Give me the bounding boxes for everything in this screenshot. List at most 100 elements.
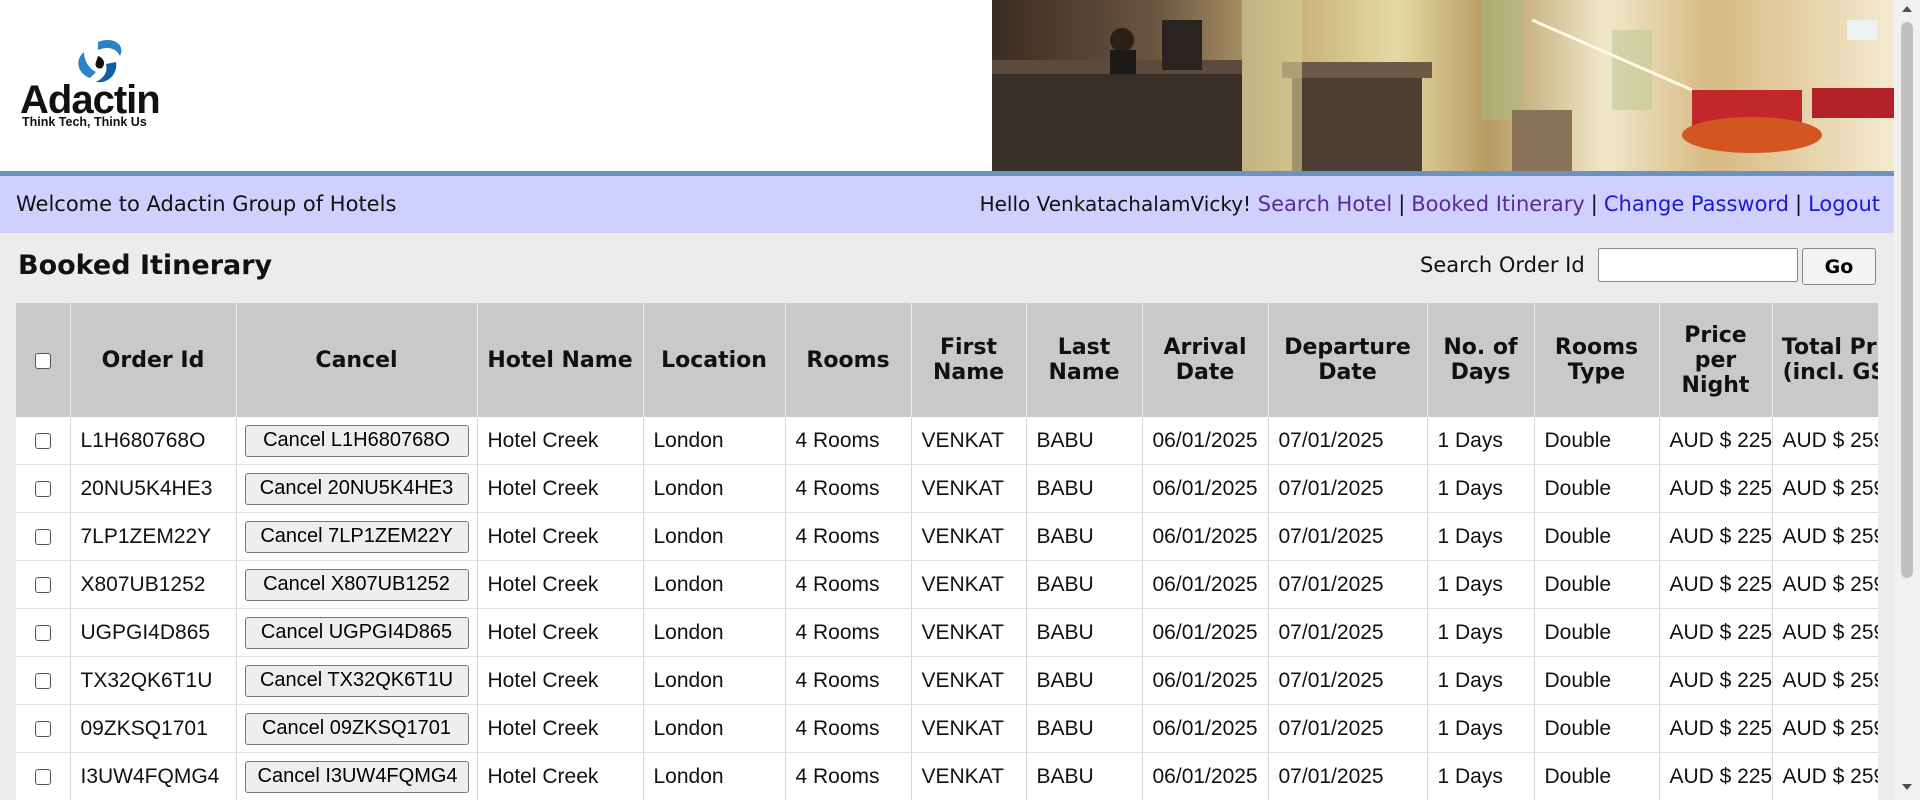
arrival-date-cell: 06/01/2025 — [1142, 656, 1269, 705]
location-cell: London — [643, 704, 786, 753]
row-select-cell — [16, 417, 71, 465]
select-all-header — [16, 303, 71, 417]
first-name-cell: VENKAT — [911, 752, 1027, 800]
scroll-up-arrow-icon[interactable] — [1902, 6, 1912, 12]
cancel-order-button[interactable]: Cancel UGPGI4D865 — [244, 616, 469, 649]
itinerary-table: Order Id Cancel Hotel Name Location Room… — [16, 303, 1878, 800]
row-select-cell — [16, 512, 71, 561]
row-select-checkbox[interactable] — [34, 432, 51, 449]
last-name-cell: BABU — [1026, 752, 1143, 800]
row-select-cell — [16, 656, 71, 705]
hotel-name-cell: Hotel Creek — [477, 608, 644, 657]
hotel-lobby-banner — [992, 0, 1894, 171]
departure-date-cell: 07/01/2025 — [1268, 464, 1428, 513]
column-header: First Name — [911, 303, 1027, 417]
row-select-checkbox[interactable] — [34, 720, 51, 737]
cancel-order-button[interactable]: Cancel 09ZKSQ1701 — [244, 712, 469, 745]
table-row: UGPGI4D865 Cancel UGPGI4D865 Hotel Creek Lo… — [16, 608, 1878, 657]
arrival-date-cell: 06/01/2025 — [1142, 464, 1269, 513]
row-select-checkbox[interactable] — [34, 672, 51, 689]
page-scrollbar[interactable] — [1894, 0, 1920, 800]
search-hotel-link[interactable]: Search Hotel — [1258, 192, 1392, 216]
row-select-checkbox[interactable] — [34, 624, 51, 641]
table-row: L1H680768O Cancel L1H680768O Hotel Creek Lo… — [16, 417, 1878, 465]
column-header: Price per Night — [1659, 303, 1773, 417]
cancel-order-button[interactable]: Cancel TX32QK6T1U — [244, 664, 469, 697]
column-header: Location — [643, 303, 786, 417]
go-button[interactable]: Go — [1802, 248, 1876, 285]
departure-date-cell: 07/01/2025 — [1268, 512, 1428, 561]
first-name-cell: VENKAT — [911, 656, 1027, 705]
row-select-checkbox[interactable] — [34, 768, 51, 785]
row-select-checkbox[interactable] — [34, 576, 51, 593]
first-name-cell: VENKAT — [911, 417, 1027, 465]
column-header: Departure Date — [1268, 303, 1428, 417]
rooms-cell: 4 Rooms — [785, 560, 912, 609]
total-price-cell: AUD $ 259 — [1772, 417, 1878, 465]
price-per-night-cell: AUD $ 225 — [1659, 560, 1773, 609]
welcome-text: Welcome to Adactin Group of Hotels — [16, 192, 397, 216]
change-password-link[interactable]: Change Password — [1604, 192, 1789, 216]
top-nav-bar: Welcome to Adactin Group of Hotels Hello… — [0, 176, 1894, 233]
location-cell: London — [643, 512, 786, 561]
column-header: No. of Days — [1427, 303, 1535, 417]
cancel-order-button[interactable]: Cancel 20NU5K4HE3 — [244, 472, 469, 505]
search-order-id-label: Search Order Id — [1420, 253, 1585, 277]
location-cell: London — [643, 464, 786, 513]
cancel-cell: Cancel UGPGI4D865 — [236, 608, 478, 657]
days-cell: 1 Days — [1427, 704, 1535, 753]
nav-separator: | — [1795, 192, 1803, 216]
last-name-cell: BABU — [1026, 464, 1143, 513]
location-cell: London — [643, 608, 786, 657]
row-select-checkbox[interactable] — [34, 480, 51, 497]
order-id-cell: TX32QK6T1U — [70, 656, 237, 705]
cancel-cell: Cancel TX32QK6T1U — [236, 656, 478, 705]
order-id-cell: L1H680768O — [70, 417, 237, 465]
days-cell: 1 Days — [1427, 464, 1535, 513]
table-row: 09ZKSQ1701 Cancel 09ZKSQ1701 Hotel Creek Lo… — [16, 704, 1878, 753]
page-title: Booked Itinerary — [18, 250, 273, 281]
cancel-cell: Cancel L1H680768O — [236, 417, 478, 465]
row-select-checkbox[interactable] — [34, 528, 51, 545]
last-name-cell: BABU — [1026, 560, 1143, 609]
room-type-cell: Double — [1534, 752, 1660, 800]
cancel-order-button[interactable]: Cancel 7LP1ZEM22Y — [244, 520, 469, 553]
hotel-name-cell: Hotel Creek — [477, 464, 644, 513]
location-cell: London — [643, 417, 786, 465]
cancel-order-button[interactable]: Cancel X807UB1252 — [244, 568, 469, 601]
first-name-cell: VENKAT — [911, 512, 1027, 561]
table-row: 7LP1ZEM22Y Cancel 7LP1ZEM22Y Hotel Creek Lo… — [16, 512, 1878, 561]
table-row: TX32QK6T1U Cancel TX32QK6T1U Hotel Creek Lo… — [16, 656, 1878, 705]
select-all-checkbox[interactable] — [34, 352, 51, 369]
total-price-cell: AUD $ 259 — [1772, 656, 1878, 705]
column-header: Arrival Date — [1142, 303, 1269, 417]
row-select-cell — [16, 464, 71, 513]
row-select-cell — [16, 608, 71, 657]
booked-itinerary-link[interactable]: Booked Itinerary — [1411, 192, 1585, 216]
total-price-cell: AUD $ 259 — [1772, 512, 1878, 561]
rooms-cell: 4 Rooms — [785, 512, 912, 561]
search-order-id-input[interactable] — [1598, 248, 1798, 282]
cancel-order-button[interactable]: Cancel I3UW4FQMG4 — [244, 760, 469, 793]
user-nav: Hello VenkatachalamVicky! Search Hotel | B… — [980, 192, 1880, 216]
last-name-cell: BABU — [1026, 512, 1143, 561]
last-name-cell: BABU — [1026, 656, 1143, 705]
total-price-cell: AUD $ 259 — [1772, 608, 1878, 657]
rooms-cell: 4 Rooms — [785, 608, 912, 657]
scroll-down-arrow-icon[interactable] — [1902, 784, 1912, 790]
hotel-name-cell: Hotel Creek — [477, 512, 644, 561]
order-id-cell: 09ZKSQ1701 — [70, 704, 237, 753]
hotel-name-cell: Hotel Creek — [477, 560, 644, 609]
scroll-thumb[interactable] — [1901, 22, 1913, 578]
row-select-cell — [16, 752, 71, 800]
price-per-night-cell: AUD $ 225 — [1659, 464, 1773, 513]
days-cell: 1 Days — [1427, 512, 1535, 561]
room-type-cell: Double — [1534, 417, 1660, 465]
total-price-cell: AUD $ 259 — [1772, 464, 1878, 513]
nav-separator: | — [1590, 192, 1598, 216]
location-cell: London — [643, 752, 786, 800]
cancel-order-button[interactable]: Cancel L1H680768O — [244, 424, 469, 457]
arrival-date-cell: 06/01/2025 — [1142, 704, 1269, 753]
logout-link[interactable]: Logout — [1808, 192, 1880, 216]
cancel-cell: Cancel 09ZKSQ1701 — [236, 704, 478, 753]
